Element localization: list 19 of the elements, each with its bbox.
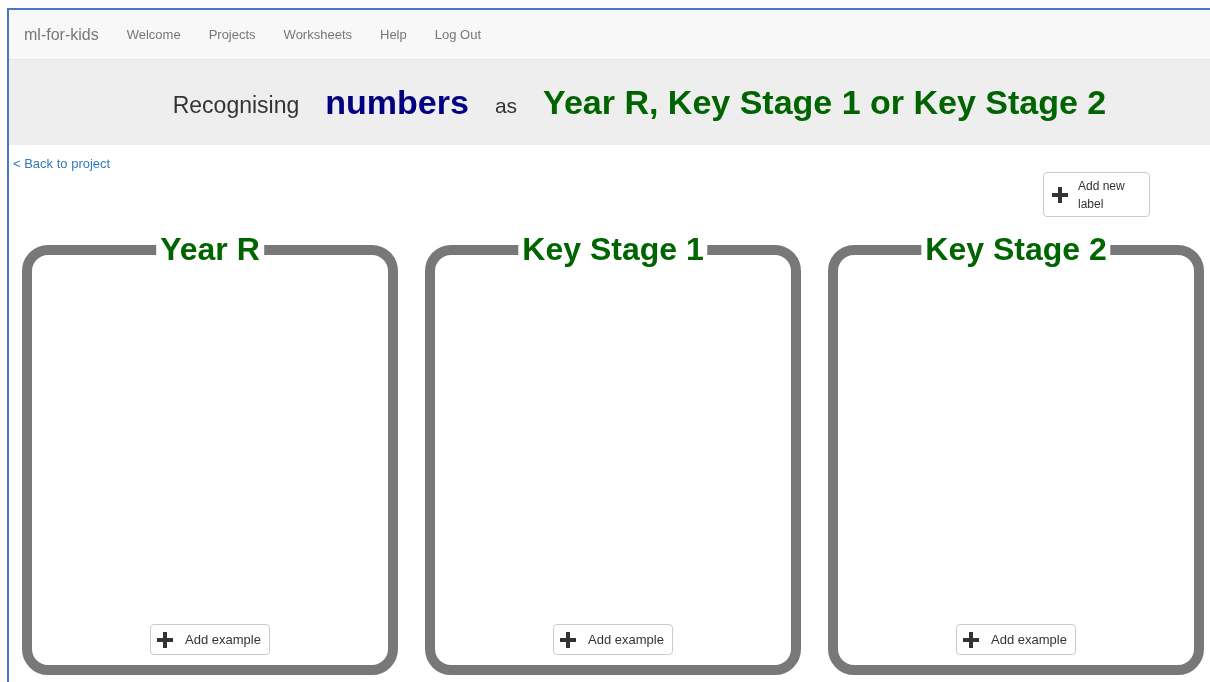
nav-link[interactable]: Worksheets xyxy=(283,24,352,45)
nav-link[interactable]: Projects xyxy=(208,24,256,45)
nav-link[interactable]: Log Out xyxy=(434,24,481,45)
plus-icon xyxy=(1050,184,1070,205)
add-example-button[interactable]: Add example xyxy=(553,624,673,655)
nav-link[interactable]: Welcome xyxy=(126,24,181,45)
add-label-button[interactable]: Add new label xyxy=(1043,172,1150,217)
nav-link[interactable]: Help xyxy=(380,24,407,45)
add-example-button[interactable]: Add example xyxy=(956,624,1076,655)
project-type: numbers xyxy=(325,82,469,123)
plus-icon xyxy=(558,629,579,650)
plus-icon xyxy=(961,629,982,650)
add-example-button[interactable]: Add example xyxy=(150,624,270,655)
title-text: as xyxy=(494,92,518,119)
back-link[interactable]: < Back to project xyxy=(13,156,111,171)
label-list: Year R, Key Stage 1 or Key Stage 2 xyxy=(543,77,1107,128)
brand-link[interactable]: ml-for-kids xyxy=(24,22,99,47)
title-text: Recognising xyxy=(172,91,300,121)
plus-icon xyxy=(155,629,176,650)
